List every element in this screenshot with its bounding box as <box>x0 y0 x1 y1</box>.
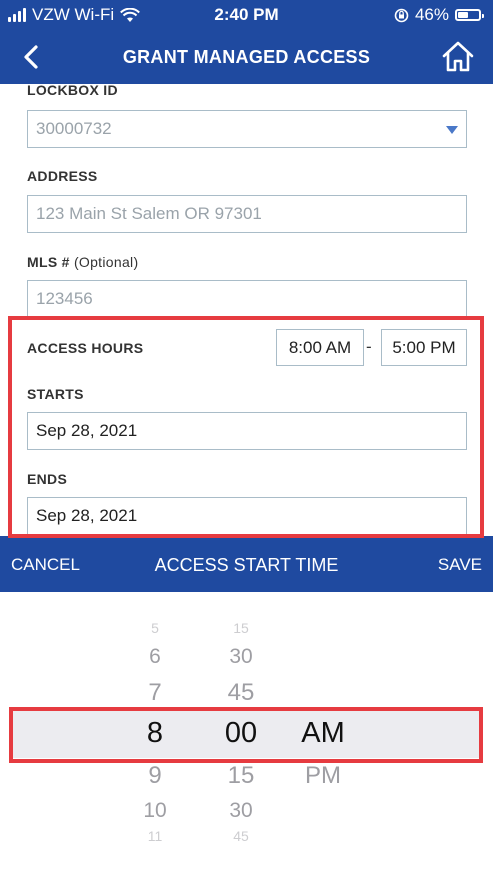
mls-label: MLS # (Optional) <box>27 254 138 270</box>
picker-title: ACCESS START TIME <box>154 555 339 575</box>
battery-percent: 46% <box>414 5 449 24</box>
access-hours-highlight-box <box>8 316 484 538</box>
lockbox-id-select[interactable]: 30000732 <box>27 110 467 148</box>
status-bar: VZW Wi-Fi 2:40 PM 46% <box>0 0 493 31</box>
address-label: ADDRESS <box>27 168 98 184</box>
hour-option[interactable]: 10 <box>125 799 185 823</box>
hour-option[interactable]: 6 <box>125 645 185 669</box>
hour-option[interactable]: 5 <box>125 620 185 636</box>
hour-option[interactable]: 9 <box>125 762 185 790</box>
home-icon[interactable] <box>441 39 475 73</box>
minute-option[interactable]: 45 <box>208 828 274 844</box>
minute-option[interactable]: 45 <box>208 679 274 707</box>
mls-label-text: MLS # <box>27 254 70 270</box>
hour-option[interactable]: 7 <box>125 679 185 707</box>
period-option[interactable]: PM <box>288 762 358 790</box>
picker-selection-highlight-box <box>9 707 483 763</box>
lockbox-id-label: LOCKBOX ID <box>27 82 118 98</box>
nav-bar: GRANT MANAGED ACCESS <box>0 31 493 84</box>
minute-option[interactable]: 30 <box>208 799 274 823</box>
picker-toolbar: CANCEL ACCESS START TIME SAVE <box>0 536 493 592</box>
hour-option[interactable]: 11 <box>125 828 185 844</box>
minute-option[interactable]: 30 <box>208 645 274 669</box>
battery-icon <box>455 9 484 21</box>
mls-optional-text: (Optional) <box>73 254 139 270</box>
dropdown-arrow-icon <box>446 126 458 134</box>
save-button[interactable]: SAVE <box>438 555 482 575</box>
address-input[interactable]: 123 Main St Salem OR 97301 <box>27 195 467 233</box>
minute-option[interactable]: 15 <box>208 762 274 790</box>
minute-option[interactable]: 15 <box>208 620 274 636</box>
orientation-lock-icon <box>394 8 409 22</box>
mls-input[interactable]: 123456 <box>27 280 467 318</box>
page-title: GRANT MANAGED ACCESS <box>122 47 371 67</box>
status-right: 46% <box>394 5 484 25</box>
lockbox-id-value: 30000732 <box>36 119 112 138</box>
battery-fill <box>458 12 469 18</box>
